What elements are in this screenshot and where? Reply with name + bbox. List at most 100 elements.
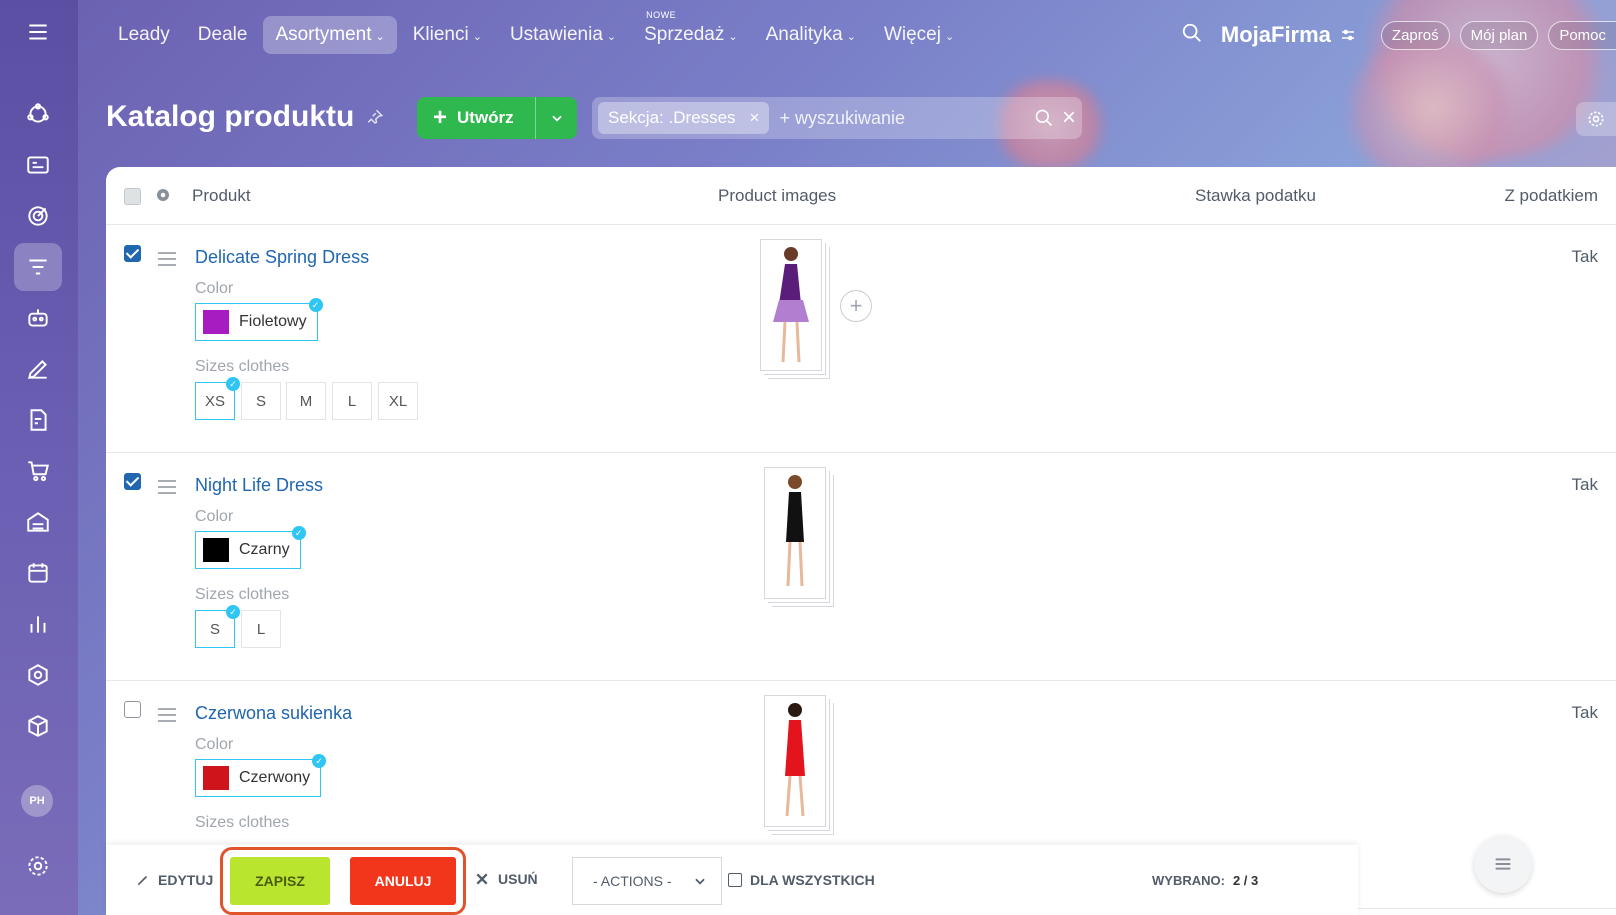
analytics-bars-icon[interactable] bbox=[14, 600, 62, 648]
calendar-icon[interactable] bbox=[14, 549, 62, 597]
column-header-images[interactable]: Product images bbox=[718, 186, 836, 206]
my-plan-button[interactable]: Mój plan bbox=[1459, 20, 1539, 50]
color-option-selected[interactable]: Czarny ✓ bbox=[195, 526, 306, 569]
menu-icon[interactable] bbox=[14, 8, 62, 56]
row-checkbox[interactable] bbox=[124, 473, 141, 490]
product-image[interactable] bbox=[760, 239, 822, 371]
nav-item-deale[interactable]: Deale bbox=[186, 16, 260, 54]
sizes-label: Sizes clothes bbox=[195, 358, 290, 375]
size-option-l[interactable]: L bbox=[241, 610, 281, 648]
create-button[interactable]: + Utwórz bbox=[417, 97, 577, 139]
column-header-with-tax[interactable]: Z podatkiem bbox=[1504, 186, 1598, 206]
help-button[interactable]: Pomoc bbox=[1548, 20, 1616, 50]
settings-gear-icon[interactable] bbox=[14, 842, 62, 890]
size-option-xs[interactable]: XS ✓ bbox=[195, 377, 240, 420]
add-image-button[interactable]: + bbox=[840, 290, 872, 322]
bulk-action-bar: EDYTUJ ZAPISZ ANULUJ USUŃ - ACTIONS - DL… bbox=[106, 845, 1358, 915]
check-icon: ✓ bbox=[308, 298, 323, 312]
actions-dropdown[interactable]: - ACTIONS - bbox=[572, 857, 722, 905]
product-image[interactable] bbox=[764, 695, 826, 827]
chevron-down-icon bbox=[551, 115, 562, 122]
pen-icon[interactable] bbox=[14, 345, 62, 393]
color-option-selected[interactable]: Fioletowy ✓ bbox=[195, 298, 323, 341]
chevron-down-icon: ⌄ bbox=[944, 31, 955, 43]
new-badge: NOWE bbox=[646, 10, 677, 20]
color-option-selected[interactable]: Czerwony ✓ bbox=[195, 754, 327, 797]
size-option-xl[interactable]: XL bbox=[378, 382, 418, 420]
list-menu-button[interactable] bbox=[1474, 835, 1532, 893]
column-header-tax-rate[interactable]: Stawka podatku bbox=[1195, 186, 1316, 206]
color-label: Color bbox=[195, 508, 234, 525]
drag-handle-icon[interactable] bbox=[158, 480, 176, 498]
pin-icon[interactable] bbox=[366, 108, 384, 126]
row-checkbox[interactable] bbox=[124, 701, 141, 718]
sizes-label: Sizes clothes bbox=[195, 586, 290, 603]
warehouse-icon[interactable] bbox=[14, 498, 62, 546]
drag-handle-icon[interactable] bbox=[158, 252, 176, 270]
nav-item-analityka[interactable]: Analityka ⌄ bbox=[754, 16, 868, 54]
document-edit-icon[interactable] bbox=[14, 396, 62, 444]
apply-to-all-checkbox[interactable]: DLA WSZYSTKICH bbox=[728, 872, 875, 888]
cart-icon[interactable] bbox=[14, 447, 62, 495]
gear-icon[interactable] bbox=[154, 186, 172, 204]
target-icon[interactable] bbox=[14, 192, 62, 240]
select-all-checkbox[interactable] bbox=[124, 188, 141, 205]
color-swatch bbox=[203, 310, 229, 334]
table-row[interactable]: Delicate Spring Dress Color Fioletowy ✓ … bbox=[106, 225, 1616, 453]
company-brand[interactable]: MojaFirma bbox=[1221, 22, 1357, 48]
close-icon[interactable]: × bbox=[750, 108, 760, 128]
clear-search-icon[interactable]: × bbox=[1062, 104, 1076, 132]
nav-item-sprzedaz[interactable]: NOWE Sprzedaż ⌄ bbox=[632, 10, 750, 54]
close-icon bbox=[476, 873, 488, 885]
with-tax-value: Tak bbox=[1571, 475, 1598, 494]
chevron-down-icon bbox=[695, 878, 705, 885]
dress-figure-image bbox=[773, 247, 809, 363]
product-name-link[interactable]: Czerwona sukienka bbox=[195, 703, 352, 724]
dress-figure-image bbox=[785, 703, 805, 817]
sliders-icon bbox=[1341, 29, 1354, 41]
robot-icon[interactable] bbox=[14, 294, 62, 342]
nav-item-asortyment[interactable]: Asortyment ⌄ bbox=[263, 16, 397, 54]
drag-handle-icon[interactable] bbox=[158, 708, 176, 726]
top-navigation: Leady Deale Asortyment ⌄ Klienci ⌄ Ustawie… bbox=[78, 0, 1616, 70]
product-image[interactable] bbox=[764, 467, 826, 599]
hexagon-icon[interactable] bbox=[14, 651, 62, 699]
search-filter-bar[interactable]: Sekcja: .Dresses × + wyszukiwanie × bbox=[592, 97, 1082, 139]
search-icon[interactable] bbox=[1034, 108, 1054, 128]
size-option-l[interactable]: L bbox=[332, 382, 372, 420]
size-option-s[interactable]: S ✓ bbox=[195, 605, 240, 648]
product-name-link[interactable]: Night Life Dress bbox=[195, 475, 323, 496]
selected-count: WYBRANO: 2 / 3 bbox=[1152, 873, 1259, 888]
page-settings-button[interactable] bbox=[1576, 102, 1616, 136]
nav-item-klienci[interactable]: Klienci ⌄ bbox=[401, 16, 494, 54]
filter-chip-section[interactable]: Sekcja: .Dresses × bbox=[598, 102, 770, 134]
filter-funnel-icon[interactable] bbox=[14, 243, 62, 291]
checkbox[interactable] bbox=[728, 873, 742, 887]
product-name-link[interactable]: Delicate Spring Dress bbox=[195, 247, 369, 268]
invite-button[interactable]: Zaproś bbox=[1380, 20, 1450, 50]
check-icon: ✓ bbox=[291, 526, 306, 540]
size-option-m[interactable]: M bbox=[286, 382, 326, 420]
check-icon: ✓ bbox=[226, 605, 240, 619]
save-button[interactable]: ZAPISZ bbox=[230, 857, 330, 905]
nav-item-ustawienia[interactable]: Ustawienia ⌄ bbox=[498, 16, 628, 54]
avatar[interactable]: PH bbox=[21, 785, 53, 817]
column-header-product[interactable]: Produkt bbox=[192, 186, 251, 206]
edit-button[interactable]: EDYTUJ bbox=[136, 872, 213, 888]
table-row[interactable]: Night Life Dress Color Czarny ✓ Sizes cl… bbox=[106, 453, 1616, 681]
crm-icon[interactable] bbox=[14, 90, 62, 138]
box-icon[interactable] bbox=[14, 702, 62, 750]
search-input[interactable]: + wyszukiwanie bbox=[779, 108, 1024, 129]
chevron-down-icon: ⌄ bbox=[375, 31, 385, 43]
create-dropdown-toggle[interactable] bbox=[535, 97, 577, 139]
row-checkbox[interactable] bbox=[124, 245, 141, 262]
nav-item-leady[interactable]: Leady bbox=[106, 16, 182, 54]
search-icon[interactable] bbox=[1181, 22, 1203, 49]
delete-button[interactable]: USUŃ bbox=[474, 871, 538, 887]
cancel-button[interactable]: ANULUJ bbox=[350, 857, 456, 905]
list-icon bbox=[1495, 858, 1511, 870]
color-swatch bbox=[203, 766, 229, 790]
nav-item-wiecej[interactable]: Więcej ⌄ bbox=[872, 16, 966, 54]
contacts-card-icon[interactable] bbox=[14, 141, 62, 189]
size-option-s[interactable]: S bbox=[241, 382, 281, 420]
